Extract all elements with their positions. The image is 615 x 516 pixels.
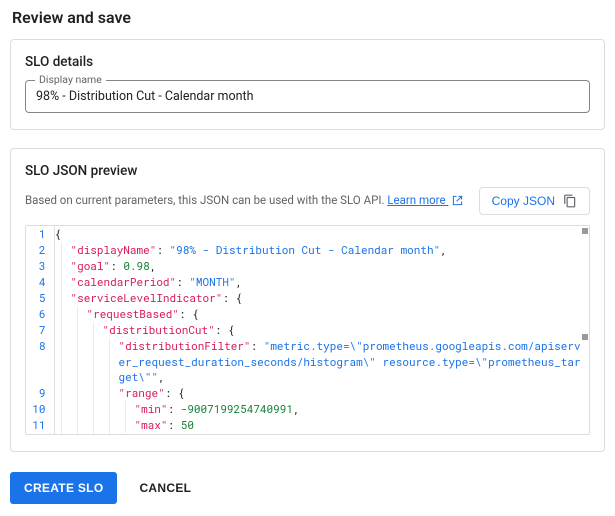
display-name-input[interactable] (25, 80, 590, 113)
code-line: 8"distributionFilter": "metric.type=\"pr… (26, 338, 589, 386)
code-line: 11"max": 50 (26, 417, 589, 433)
scrollbar-icon[interactable] (581, 226, 589, 434)
page-title: Review and save (12, 8, 605, 27)
code-line: 6"requestBased": { (26, 306, 589, 322)
create-slo-button[interactable]: CREATE SLO (10, 472, 117, 504)
cancel-button[interactable]: CANCEL (135, 472, 195, 504)
copy-icon (563, 194, 577, 208)
display-name-label: Display name (35, 73, 106, 86)
copy-json-button[interactable]: Copy JSON (479, 187, 590, 215)
code-line: 3"goal": 0.98, (26, 258, 589, 274)
external-link-icon (452, 195, 463, 209)
slo-details-card: SLO details Display name (10, 39, 605, 130)
json-helper-text: Based on current parameters, this JSON c… (25, 193, 463, 209)
code-line: 10"min": -9007199254740991, (26, 401, 589, 417)
json-preview-heading: SLO JSON preview (25, 163, 590, 179)
action-bar: CREATE SLO CANCEL (10, 470, 605, 504)
display-name-field: Display name (25, 80, 590, 113)
code-line: 9"range": { (26, 385, 589, 401)
code-line: 12} (26, 433, 589, 435)
code-table: 1{2"displayName": "98% - Distribution Cu… (26, 226, 589, 435)
code-line: 7"distributionCut": { (26, 322, 589, 338)
json-code-box[interactable]: 1{2"displayName": "98% - Distribution Cu… (25, 225, 590, 435)
code-line: 2"displayName": "98% - Distribution Cut … (26, 242, 589, 258)
code-line: 1{ (26, 226, 589, 242)
code-line: 5"serviceLevelIndicator": { (26, 290, 589, 306)
json-preview-card: SLO JSON preview Based on current parame… (10, 148, 605, 452)
code-line: 4"calendarPeriod": "MONTH", (26, 274, 589, 290)
slo-details-heading: SLO details (25, 54, 590, 70)
learn-more-link[interactable]: Learn more (387, 193, 463, 207)
